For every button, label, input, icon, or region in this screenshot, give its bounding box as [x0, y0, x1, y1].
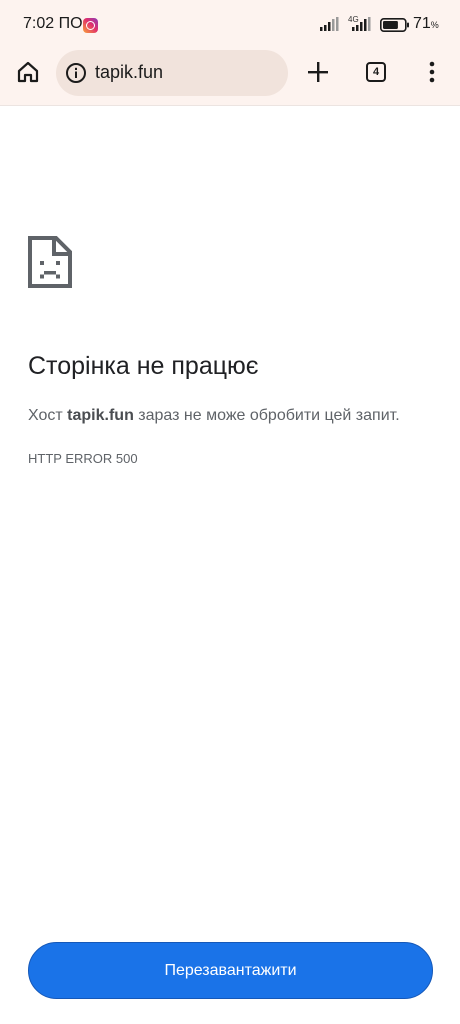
battery-percentage: 71%	[413, 15, 439, 32]
more-vert-icon	[429, 61, 435, 83]
instagram-notification-icon	[83, 18, 98, 33]
info-icon[interactable]	[65, 62, 87, 84]
url-text[interactable]: tapik.fun	[95, 62, 163, 83]
status-bar: 7:02 ПО 4G 71%	[0, 0, 460, 50]
browser-toolbar: tapik.fun 4	[0, 48, 460, 98]
menu-button[interactable]	[414, 54, 450, 90]
home-icon	[17, 61, 39, 83]
error-description: Хост tapik.fun зараз не може обробити це…	[28, 407, 400, 424]
reload-button[interactable]: Перезавантажити	[28, 942, 433, 999]
status-time: 7:02 ПО	[23, 15, 83, 32]
tab-switcher-icon: 4	[366, 62, 386, 82]
browser-screen: 7:02 ПО 4G 71% tapik.fun 4 Сторінка не п…	[0, 0, 460, 1024]
new-tab-button[interactable]	[300, 54, 336, 90]
tab-count: 4	[372, 66, 380, 78]
signal-strength-icon	[320, 17, 339, 31]
sad-page-icon	[28, 236, 72, 288]
error-host: tapik.fun	[67, 407, 134, 424]
battery-icon	[380, 18, 409, 32]
address-bar[interactable]: tapik.fun	[56, 50, 288, 96]
plus-icon	[308, 62, 328, 82]
reload-button-label: Перезавантажити	[164, 961, 297, 979]
browser-chrome: 7:02 ПО 4G 71% tapik.fun 4	[0, 0, 460, 106]
signal-strength-2-icon	[352, 17, 371, 31]
tab-switcher-button[interactable]: 4	[358, 54, 394, 90]
home-button[interactable]	[10, 54, 46, 90]
error-code: HTTP ERROR 500	[28, 451, 138, 466]
error-title: Сторінка не працює	[28, 352, 259, 380]
